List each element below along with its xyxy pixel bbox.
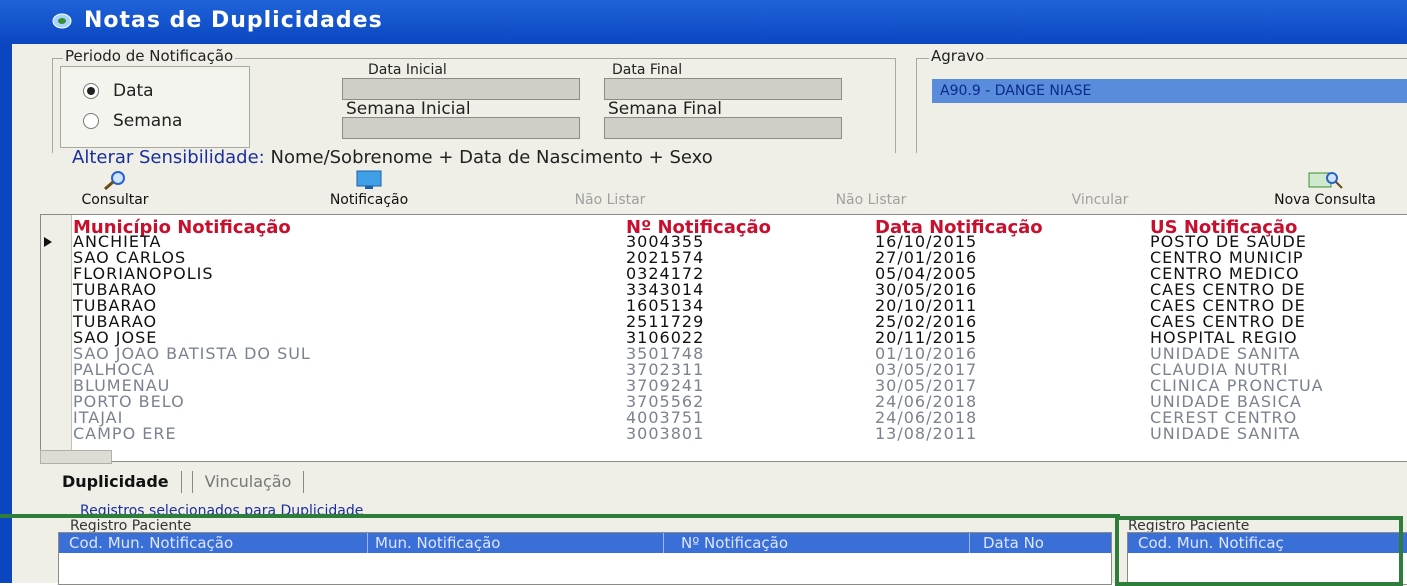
- cell-municipio: CAMPO ERE: [73, 424, 177, 443]
- row-selected-arrow-icon: [44, 237, 52, 247]
- radio-data-label: Data: [113, 81, 154, 101]
- col-num-notificacao[interactable]: Nº Notificação: [681, 534, 788, 552]
- tab-vinculacao[interactable]: Vinculação: [191, 471, 305, 493]
- left-grid-header: Cod. Mun. Notificação Mun. Notificação N…: [59, 533, 1111, 553]
- new-search-icon: [1308, 172, 1343, 189]
- notificacao-button[interactable]: Notificação: [304, 170, 434, 212]
- data-final-field[interactable]: [604, 78, 842, 100]
- radio-semana[interactable]: Semana: [83, 111, 182, 131]
- col-mun-notificacao[interactable]: Mun. Notificação: [375, 534, 500, 552]
- cell-numero: 3003801: [626, 424, 705, 443]
- notificacao-label: Notificação: [329, 192, 409, 208]
- bottom-tabs: Duplicidade Vinculação: [50, 471, 305, 495]
- data-final-label: Data Final: [612, 62, 683, 78]
- toolbar: Consultar Notificação Não Listar Não Lis…: [40, 170, 1407, 212]
- nao-listar-label-1: Não Listar: [574, 192, 646, 208]
- registro-paciente-left-grid: Cod. Mun. Notificação Mun. Notificação N…: [58, 532, 1112, 585]
- agravo-legend: Agravo: [929, 47, 987, 65]
- semana-final-field[interactable]: [604, 117, 842, 139]
- radio-data-indicator[interactable]: [83, 83, 99, 99]
- nao-listar-label-2: Não Listar: [835, 192, 907, 208]
- search-icon: [104, 171, 125, 190]
- monitor-icon: [356, 170, 382, 189]
- sensibilidade-value: Nome/Sobrenome + Data de Nascimento + Se…: [270, 147, 713, 168]
- title-bar: Notas de Duplicidades: [0, 0, 1407, 44]
- sensibilidade-row: Alterar Sensibilidade: Nome/Sobrenome + …: [72, 147, 713, 168]
- data-inicial-field[interactable]: [342, 78, 580, 100]
- semana-final-label: Semana Final: [608, 99, 723, 119]
- radio-data[interactable]: Data: [83, 81, 154, 101]
- vincular-button[interactable]: Vincular: [1040, 170, 1160, 212]
- nao-listar-button-2[interactable]: Não Listar: [806, 170, 936, 212]
- semana-inicial-field[interactable]: [342, 117, 580, 139]
- app-icon: [52, 13, 72, 29]
- agravo-group: Agravo: [916, 47, 1407, 153]
- periodo-legend: Periodo de Notificação: [63, 47, 236, 65]
- notificacoes-grid: Município Notificação Nº Notificação Dat…: [40, 214, 1407, 462]
- tab-duplicidade[interactable]: Duplicidade: [50, 471, 182, 493]
- cell-data: 13/08/2011: [875, 424, 978, 443]
- consultar-label: Consultar: [81, 192, 149, 208]
- highlight-bar: [0, 514, 1120, 518]
- semana-inicial-label: Semana Inicial: [346, 99, 471, 119]
- window-frame-left: [0, 44, 12, 583]
- agravo-select[interactable]: A90.9 - DANGE NIASE: [932, 79, 1407, 103]
- nova-consulta-label: Nova Consulta: [1274, 192, 1376, 208]
- table-row[interactable]: CAMPO ERE 3003801 13/08/2011 UNIDADE SAN…: [41, 426, 1407, 442]
- app-window: Notas de Duplicidades Periodo de Notific…: [0, 0, 1407, 586]
- data-inicial-label: Data Inicial: [368, 62, 447, 78]
- window-title: Notas de Duplicidades: [84, 8, 383, 33]
- horizontal-scrollbar[interactable]: [40, 450, 112, 464]
- radio-semana-indicator[interactable]: [83, 113, 99, 129]
- periodo-radio-box: Data Semana: [60, 66, 250, 148]
- sensibilidade-link[interactable]: Alterar Sensibilidade:: [72, 147, 265, 168]
- vincular-label: Vincular: [1071, 192, 1129, 208]
- radio-semana-label: Semana: [113, 111, 183, 131]
- col-cod-mun[interactable]: Cod. Mun. Notificação: [69, 534, 233, 552]
- col-data-notificacao[interactable]: Data No: [983, 534, 1044, 552]
- nao-listar-button-1[interactable]: Não Listar: [550, 170, 670, 212]
- nova-consulta-button[interactable]: Nova Consulta: [1243, 170, 1407, 212]
- highlight-box: [1115, 516, 1403, 586]
- cell-us: UNIDADE SANITA: [1150, 424, 1301, 443]
- consultar-button[interactable]: Consultar: [40, 170, 190, 212]
